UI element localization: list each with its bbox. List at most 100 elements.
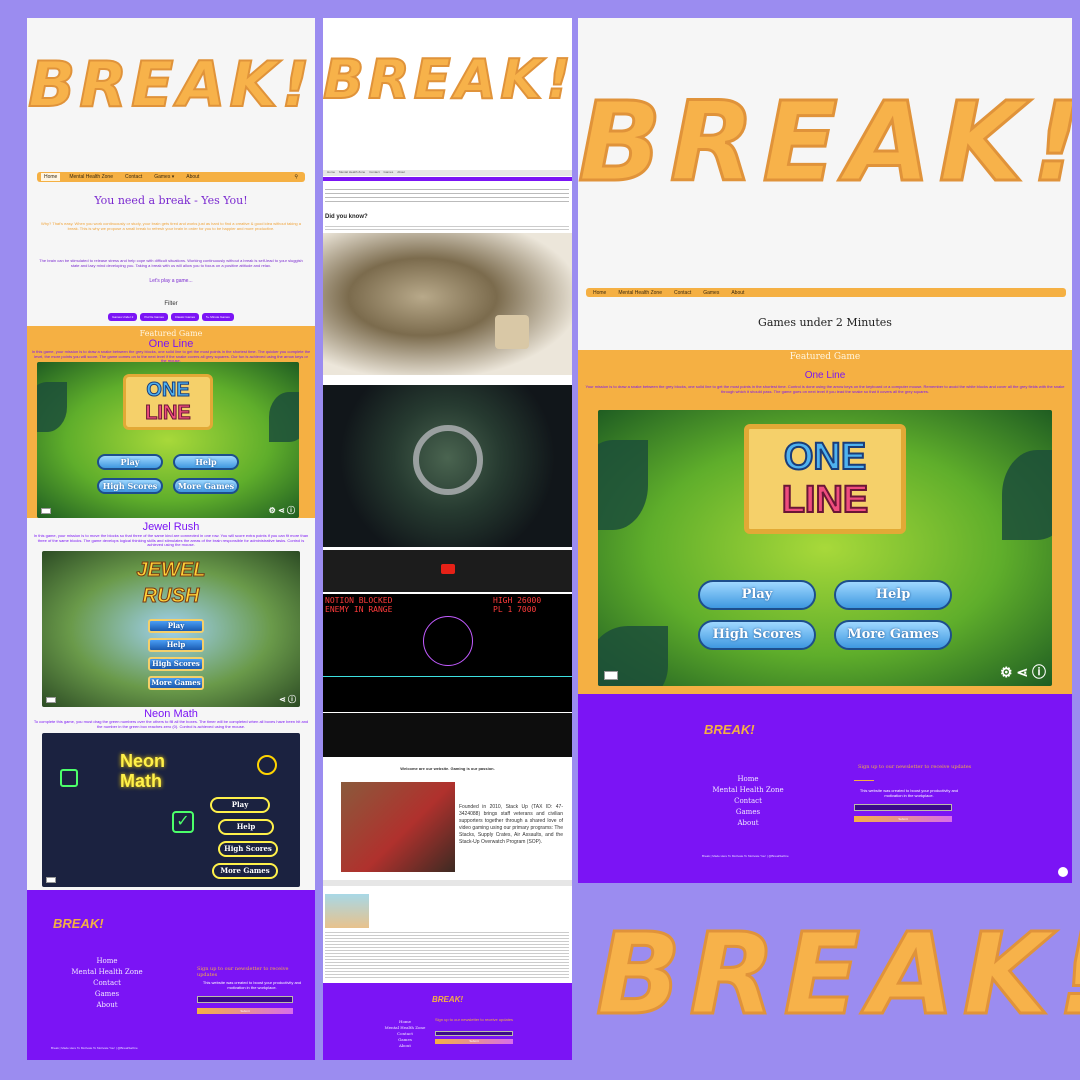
nav-contact[interactable]: Contact	[671, 289, 694, 297]
jewel-play-button[interactable]: Play	[148, 619, 204, 633]
search-icon[interactable]: ⚲	[291, 173, 301, 181]
nav-home[interactable]: Home	[327, 170, 335, 176]
oneline-help-button[interactable]: Help	[173, 454, 239, 470]
oneline-high-scores-button[interactable]: High Scores	[698, 620, 816, 650]
oneline-more-games-button[interactable]: More Games	[834, 620, 952, 650]
footer-link-home[interactable]: Home	[57, 956, 157, 967]
video-thumbnail[interactable]	[323, 550, 572, 592]
newsletter-submit-button[interactable]: Submit	[435, 1039, 513, 1044]
filter-5-minute[interactable]: 5+ Minute Games	[202, 313, 234, 321]
player-value: 7000	[517, 605, 537, 614]
newsletter-email-input[interactable]	[197, 996, 293, 1003]
nav-mental-health[interactable]: Mental Health Zone	[339, 170, 365, 176]
game-title-jewel-rush: Jewel Rush	[142, 521, 200, 533]
nav-games[interactable]: Games ▾	[151, 173, 177, 181]
share-info-icon[interactable]: ⋖ ⓘ	[279, 694, 296, 705]
nav-about[interactable]: About	[183, 173, 202, 181]
nav-games[interactable]: Games	[384, 170, 394, 176]
filter-buttons: Games Under 2 Puzzle Games Classic Games…	[27, 313, 315, 321]
featured-label: Featured Game	[139, 329, 203, 338]
jewel-help-button[interactable]: Help	[148, 638, 204, 652]
collage-logo: BREAK!	[595, 909, 1080, 1042]
us-flag-icon[interactable]	[46, 877, 56, 883]
jewel-logo-bottom: RUSH	[142, 585, 200, 608]
us-flag-icon[interactable]	[604, 671, 618, 680]
game-status-text: NOTION BLOCKED ENEMY IN RANGE	[325, 596, 392, 614]
jewel-logo-top: JEWEL	[136, 559, 206, 582]
nav-mental-health[interactable]: Mental Health Zone	[66, 173, 116, 181]
nav-contact[interactable]: Contact	[122, 173, 145, 181]
play-prompt: Let's play a game...	[149, 278, 193, 284]
screenshot-panel-mental-health: BREAK! Home Mental Health Zone Contact G…	[323, 18, 572, 1060]
footer-logo[interactable]: BREAK!	[53, 916, 104, 931]
jewel-rush-game-frame[interactable]: JEWEL RUSH Play Help High Scores More Ga…	[42, 551, 300, 707]
footer-link-games[interactable]: Games	[696, 807, 800, 818]
main-nav: Home Mental Health Zone Contact Games Ab…	[586, 288, 1066, 297]
video-thumbnail-2[interactable]	[323, 713, 572, 757]
nav-home[interactable]: Home	[590, 289, 609, 297]
neon-play-button[interactable]: Play	[210, 797, 270, 813]
footer-link-about[interactable]: About	[375, 1043, 435, 1049]
footer-link-about[interactable]: About	[696, 818, 800, 829]
site-logo[interactable]: BREAK!	[578, 77, 1072, 208]
oneline-help-button[interactable]: Help	[834, 580, 952, 610]
neon-circle-decoration	[257, 755, 277, 775]
newsletter-submit-button[interactable]: Submit	[197, 1008, 293, 1014]
nav-home[interactable]: Home	[41, 173, 61, 181]
welcome-heading: Welcome are our website. Gaming is our p…	[400, 766, 495, 771]
us-flag-icon[interactable]	[41, 508, 51, 514]
footer-link-games[interactable]: Games	[57, 989, 157, 1000]
nav-games[interactable]: Games	[700, 289, 722, 297]
settings-share-info-icon[interactable]: ⚙ ⋖ ⓘ	[1000, 662, 1046, 682]
article-text-block	[325, 930, 569, 978]
nav-mental-health[interactable]: Mental Health Zone	[615, 289, 665, 297]
oneline-game-frame[interactable]: ONE LINE Play Help High Scores More Game…	[37, 362, 299, 518]
jewel-more-games-button[interactable]: More Games	[148, 676, 204, 690]
jewel-rush-logo: JEWEL RUSH	[116, 557, 226, 617]
site-footer: BREAK! Home Mental Health Zone Contact G…	[27, 890, 315, 1060]
neon-high-scores-button[interactable]: High Scores	[218, 841, 278, 857]
site-logo[interactable]: BREAK!	[27, 47, 315, 122]
radar-icon	[423, 616, 473, 666]
footer-link-contact[interactable]: Contact	[57, 978, 157, 989]
site-logo[interactable]: BREAK!	[323, 47, 572, 112]
play-video-icon[interactable]	[441, 564, 455, 574]
oneline-high-scores-button[interactable]: High Scores	[97, 478, 163, 494]
main-nav: Home Mental Health Zone Contact Games Ab…	[323, 170, 572, 176]
oneline-play-button[interactable]: Play	[97, 454, 163, 470]
neon-math-game-frame[interactable]: Neon Math ✓ Play Help High Scores More G…	[42, 733, 300, 887]
page-headline: You need a break - Yes You!	[94, 194, 248, 207]
screenshot-panel-games-under-2: BREAK! Home Mental Health Zone Contact G…	[578, 18, 1072, 883]
settings-share-info-icon[interactable]: ⚙ ⋖ ⓘ	[269, 505, 295, 516]
nav-about[interactable]: About	[397, 170, 405, 176]
neon-help-button[interactable]: Help	[218, 819, 274, 835]
oneline-game-frame[interactable]: ONE LINE Play Help High Scores More Game…	[598, 410, 1052, 686]
nav-contact[interactable]: Contact	[369, 170, 379, 176]
newsletter-email-input[interactable]	[435, 1031, 513, 1036]
newsletter-email-input[interactable]	[854, 804, 952, 811]
oneline-logo: ONE LINE	[123, 374, 213, 430]
footer-link-about[interactable]: About	[57, 1000, 157, 1011]
us-flag-icon[interactable]	[46, 697, 56, 703]
featured-label: Featured Game	[789, 352, 861, 362]
jewel-high-scores-button[interactable]: High Scores	[148, 657, 204, 671]
newsletter-submit-button[interactable]: Submit	[854, 816, 952, 822]
nav-about[interactable]: About	[728, 289, 747, 297]
oneline-logo-top: ONE	[146, 379, 190, 402]
article-text-block	[325, 224, 569, 232]
newsletter-title: Sign up to our newsletter to receive upd…	[197, 966, 289, 978]
footer-link-mental-health[interactable]: Mental Health Zone	[57, 967, 157, 978]
footer-link-contact[interactable]: Contact	[696, 796, 800, 807]
chat-bubble-icon[interactable]	[1058, 867, 1068, 877]
oscilloscope-game-image	[323, 385, 572, 547]
filter-puzzle[interactable]: Puzzle Games	[140, 313, 168, 321]
oneline-more-games-button[interactable]: More Games	[173, 478, 239, 494]
footer-link-home[interactable]: Home	[696, 774, 800, 785]
filter-under-2[interactable]: Games Under 2	[108, 313, 138, 321]
footer-logo[interactable]: BREAK!	[704, 722, 755, 737]
neon-more-games-button[interactable]: More Games	[212, 863, 278, 879]
filter-classic[interactable]: Classic Games	[170, 313, 200, 321]
oneline-play-button[interactable]: Play	[698, 580, 816, 610]
footer-link-mental-health[interactable]: Mental Health Zone	[696, 785, 800, 796]
footer-logo[interactable]: BREAK!	[323, 995, 572, 1004]
